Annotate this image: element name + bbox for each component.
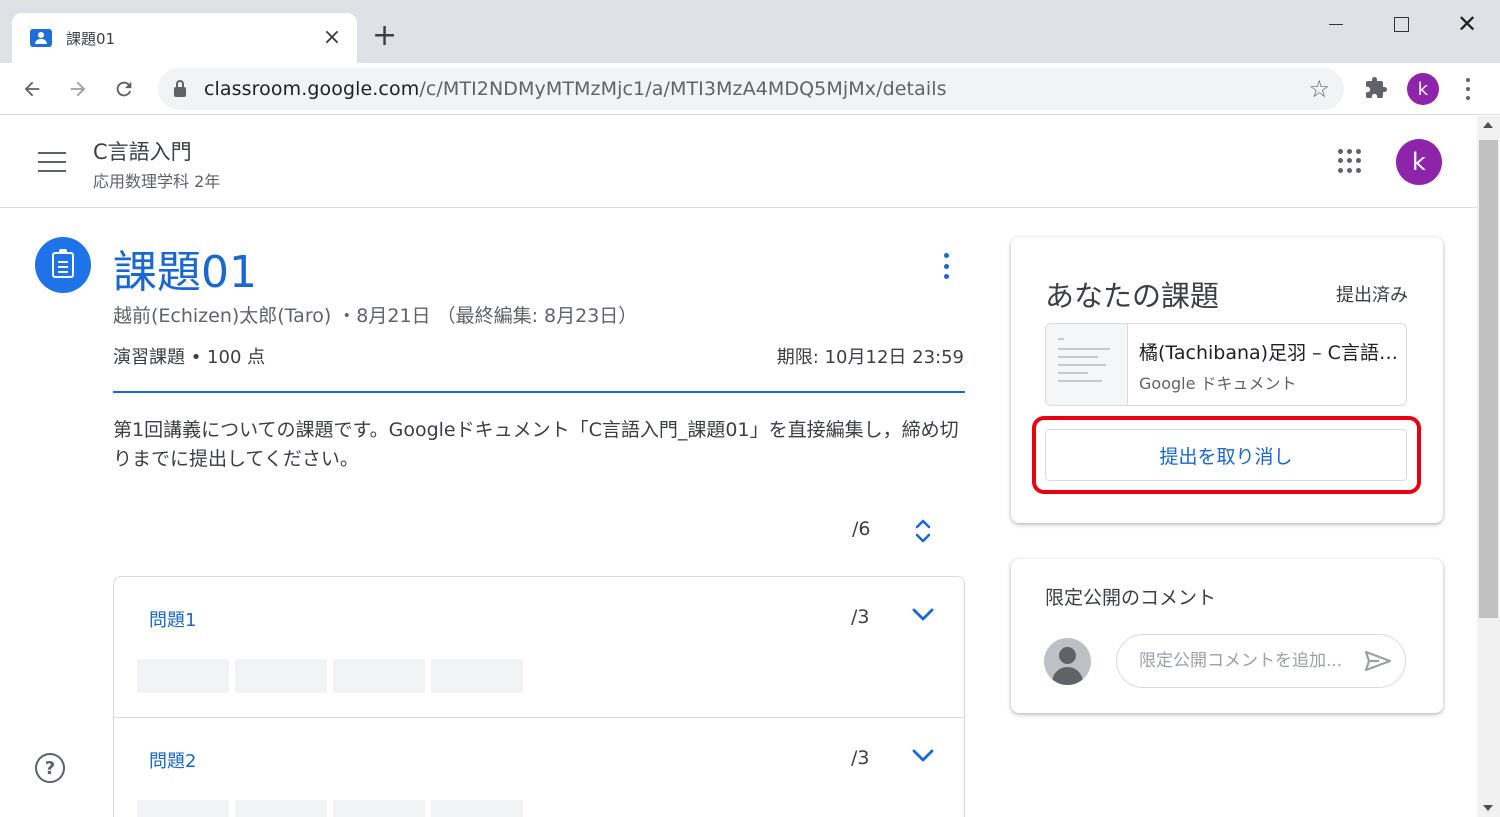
browser-tab-strip: 課題01 × + ✕ bbox=[0, 0, 1500, 63]
maximize-window-button[interactable] bbox=[1381, 10, 1421, 38]
address-bar[interactable]: classroom.google.com/c/MTI2NDMyMTMzMjc1/… bbox=[158, 68, 1344, 110]
browser-toolbar: classroom.google.com/c/MTI2NDMyMTMzMjc1/… bbox=[0, 63, 1500, 115]
url-path: /c/MTI2NDMyMTMzMjc1/a/MTI3MzA4MDQ5MjMx/d… bbox=[419, 78, 947, 100]
classroom-app-bar: C言語入門 応用数理学科 2年 k bbox=[0, 116, 1477, 208]
assignment-clipboard-icon bbox=[35, 237, 91, 293]
assignment-description: 第1回講義についての課題です。Googleドキュメント「C言語入門_課題01」を… bbox=[113, 419, 959, 470]
submission-status: 提出済み bbox=[1336, 285, 1408, 306]
user-avatar-icon bbox=[1044, 638, 1091, 685]
chevron-down-icon[interactable] bbox=[911, 748, 935, 764]
tab-title: 課題01 bbox=[66, 29, 116, 48]
class-name[interactable]: C言語入門 bbox=[93, 136, 192, 166]
forward-arrow-icon[interactable] bbox=[62, 73, 94, 105]
private-comment-input[interactable] bbox=[1139, 651, 1363, 671]
help-icon[interactable]: ? bbox=[35, 753, 65, 783]
assignment-meta: 越前(Echizen)太郎(Taro) ・8月21日 （最終編集: 8月23日） bbox=[113, 305, 638, 327]
classroom-favicon-icon bbox=[30, 29, 52, 47]
attachment-card[interactable]: 橘(Tachibana)足羽 – C言語入門_課題01 Google ドキュメン… bbox=[1045, 323, 1407, 406]
title-divider bbox=[113, 391, 965, 393]
browser-menu-icon[interactable] bbox=[1458, 75, 1478, 103]
back-arrow-icon[interactable] bbox=[16, 73, 48, 105]
scrollbar-thumb[interactable] bbox=[1479, 140, 1498, 618]
close-window-button[interactable]: ✕ bbox=[1447, 10, 1487, 38]
minimize-window-button[interactable] bbox=[1316, 10, 1356, 38]
browser-profile-avatar[interactable]: k bbox=[1407, 73, 1439, 105]
chevron-down-icon[interactable] bbox=[911, 607, 935, 623]
new-tab-button[interactable]: + bbox=[372, 20, 397, 52]
page-scrollbar[interactable] bbox=[1477, 116, 1500, 817]
question-score: /3 bbox=[851, 606, 870, 628]
lock-icon[interactable] bbox=[174, 80, 186, 97]
more-options-icon[interactable] bbox=[941, 253, 951, 279]
bookmark-star-icon[interactable]: ☆ bbox=[1308, 75, 1330, 103]
question-label: 問題2 bbox=[149, 751, 197, 772]
question-score: /3 bbox=[851, 747, 870, 769]
your-work-title: あなたの課題 bbox=[1045, 279, 1220, 313]
scroll-up-arrow-icon[interactable] bbox=[1483, 122, 1493, 128]
question-row[interactable]: 問題1 /3 bbox=[114, 577, 964, 717]
account-avatar[interactable]: k bbox=[1396, 139, 1442, 185]
your-work-card: あなたの課題 提出済み 橘(Tachibana)足羽 – C言語入門_課題01 … bbox=[1011, 237, 1443, 523]
url-text[interactable]: classroom.google.com/c/MTI2NDMyMTMzMjc1/… bbox=[204, 78, 1308, 100]
document-thumbnail bbox=[1046, 324, 1128, 405]
close-tab-icon[interactable]: × bbox=[321, 27, 343, 49]
rubric-questions-card: 問題1 /3 問題2 /3 bbox=[113, 576, 965, 817]
private-comments-title: 限定公開のコメント bbox=[1045, 587, 1217, 609]
browser-tab[interactable]: 課題01 × bbox=[12, 13, 357, 63]
question-row[interactable]: 問題2 /3 bbox=[114, 717, 964, 817]
attachment-name: 橘(Tachibana)足羽 – C言語入門_課題01 bbox=[1139, 342, 1401, 364]
private-comment-field[interactable] bbox=[1116, 634, 1406, 688]
assignment-title: 課題01 bbox=[113, 247, 257, 298]
reload-icon[interactable] bbox=[108, 73, 140, 105]
attachment-type: Google ドキュメント bbox=[1139, 374, 1297, 393]
classroom-page: C言語入門 応用数理学科 2年 k 課題01 越前(Echizen)太郎(Tar… bbox=[0, 116, 1477, 817]
total-score: /6 bbox=[852, 518, 871, 540]
send-icon[interactable] bbox=[1363, 649, 1393, 673]
scroll-down-arrow-icon[interactable] bbox=[1483, 805, 1493, 811]
unsubmit-button[interactable]: 提出を取り消し bbox=[1045, 429, 1407, 481]
question-placeholder bbox=[137, 800, 523, 817]
url-host: classroom.google.com bbox=[204, 78, 420, 100]
question-label: 問題1 bbox=[149, 610, 197, 631]
extensions-puzzle-icon[interactable] bbox=[1363, 76, 1389, 102]
google-apps-icon[interactable] bbox=[1338, 149, 1362, 173]
assignment-points: 演習課題 • 100 点 bbox=[113, 347, 266, 368]
class-section: 応用数理学科 2年 bbox=[93, 172, 221, 191]
private-comments-card: 限定公開のコメント bbox=[1011, 559, 1443, 713]
question-placeholder bbox=[137, 659, 523, 693]
main-menu-icon[interactable] bbox=[38, 152, 66, 172]
assignment-due-date: 期限: 10月12日 23:59 bbox=[776, 347, 964, 368]
expand-all-icon[interactable] bbox=[912, 516, 934, 546]
